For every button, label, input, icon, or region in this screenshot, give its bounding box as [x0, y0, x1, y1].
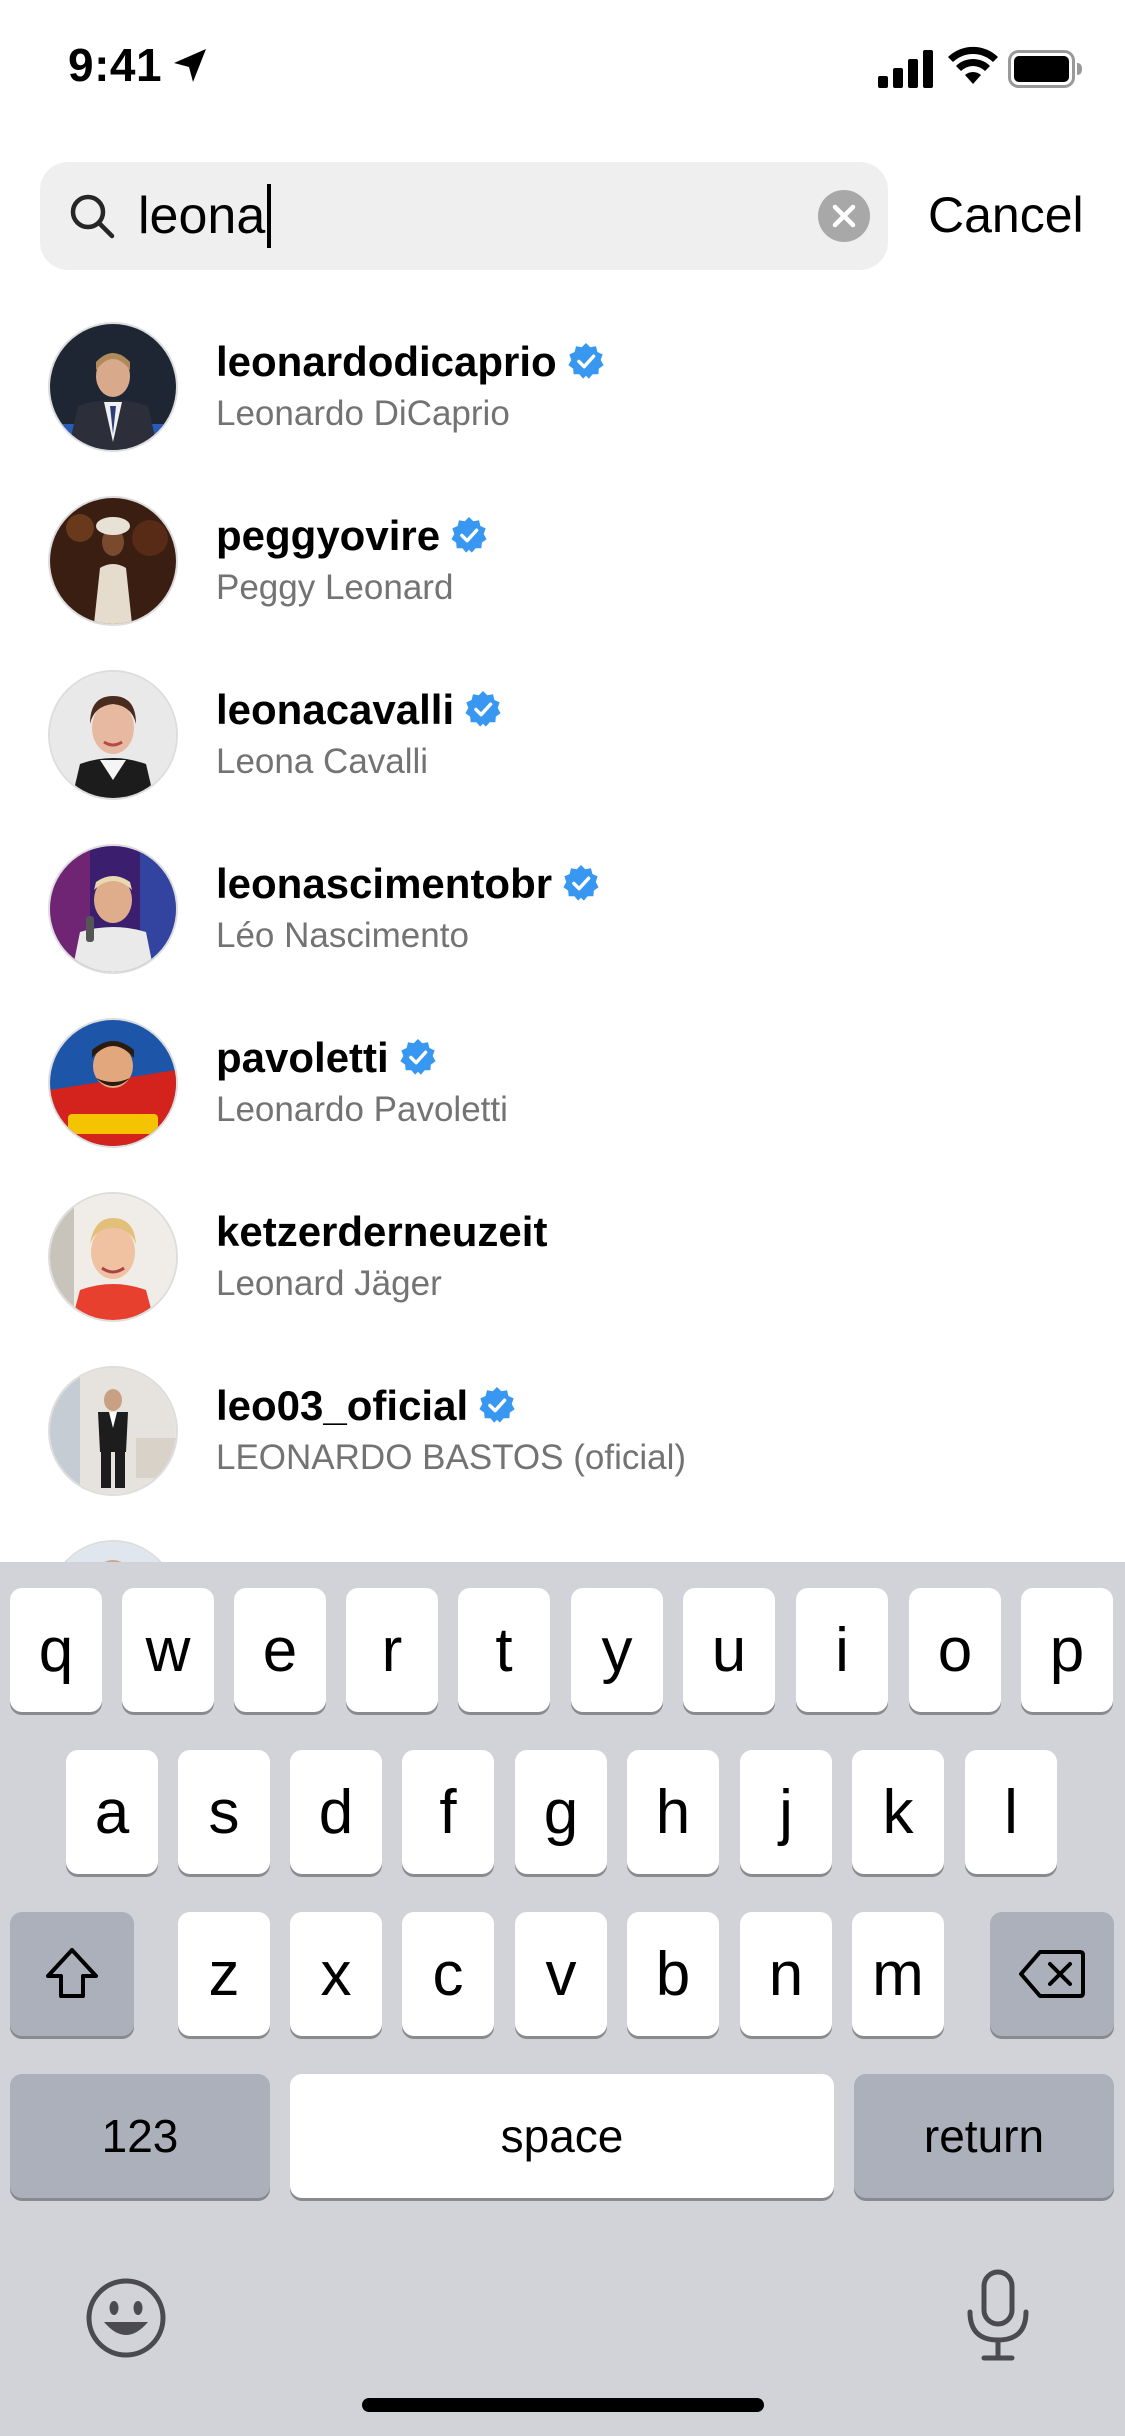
username: leonardodicaprio — [216, 338, 605, 386]
search-results-list: leonardodicaprio Leonardo DiCaprio peggy… — [0, 300, 1125, 1562]
space-key-label: space — [500, 2110, 624, 2162]
wifi-icon — [948, 46, 998, 84]
key-a[interactable]: a — [66, 1750, 158, 1874]
key-m[interactable]: m — [852, 1912, 944, 2036]
username: pavoletti — [216, 1034, 437, 1082]
space-key[interactable]: space — [290, 2074, 834, 2198]
screen: 9:41 leona Cancel leonardodicaprio Leona… — [0, 0, 1125, 2436]
clear-icon[interactable] — [818, 190, 870, 242]
key-r[interactable]: r — [346, 1588, 438, 1712]
cancel-button[interactable]: Cancel — [928, 186, 1084, 244]
key-o[interactable]: o — [909, 1588, 1001, 1712]
result-row-leonacavalli[interactable]: leonacavalli Leona Cavalli — [0, 648, 1125, 822]
key-d[interactable]: d — [290, 1750, 382, 1874]
key-u[interactable]: u — [683, 1588, 775, 1712]
avatar — [48, 1018, 178, 1148]
verified-badge-icon — [465, 690, 501, 727]
key-z[interactable]: z — [178, 1912, 270, 2036]
username: leo03_oficial — [216, 1382, 516, 1430]
full-name: Leonard Jäger — [216, 1264, 442, 1303]
text-caret — [267, 184, 272, 248]
avatar — [48, 496, 178, 626]
key-l[interactable]: l — [965, 1750, 1057, 1874]
avatar — [48, 844, 178, 974]
key-p[interactable]: p — [1021, 1588, 1113, 1712]
full-name: Leonardo DiCaprio — [216, 394, 510, 433]
key-w[interactable]: w — [122, 1588, 214, 1712]
key-f[interactable]: f — [402, 1750, 494, 1874]
key-s[interactable]: s — [178, 1750, 270, 1874]
delete-icon — [1019, 1950, 1085, 1998]
cellular-signal-icon — [878, 50, 933, 88]
username: leonascimentobr — [216, 860, 600, 908]
avatar — [48, 322, 178, 452]
key-x[interactable]: x — [290, 1912, 382, 2036]
result-row-peggyovire[interactable]: peggyovire Peggy Leonard — [0, 474, 1125, 648]
status-time: 9:41 — [68, 39, 163, 91]
avatar — [48, 1192, 178, 1322]
full-name: Leonardo Pavoletti — [216, 1090, 508, 1129]
result-row-leonardodicaprio[interactable]: leonardodicaprio Leonardo DiCaprio — [0, 300, 1125, 474]
location-arrow-icon — [174, 49, 206, 82]
username: ketzerderneuzeit — [216, 1208, 548, 1255]
home-indicator[interactable] — [362, 2398, 764, 2412]
result-row-leonascimentobr[interactable]: leonascimentobr Léo Nascimento — [0, 822, 1125, 996]
key-y[interactable]: y — [571, 1588, 663, 1712]
key-t[interactable]: t — [458, 1588, 550, 1712]
result-row-leo03-oficial[interactable]: leo03_oficial LEONARDO BASTOS (oficial) — [0, 1344, 1125, 1518]
search-icon — [70, 194, 115, 239]
search-input[interactable]: leona — [40, 162, 888, 270]
result-row-pavoletti[interactable]: pavoletti Leonardo Pavoletti — [0, 996, 1125, 1170]
shift-key[interactable] — [10, 1912, 134, 2036]
key-j[interactable]: j — [740, 1750, 832, 1874]
key-v[interactable]: v — [515, 1912, 607, 2036]
verified-badge-icon — [400, 1038, 436, 1075]
key-q[interactable]: q — [10, 1588, 102, 1712]
avatar — [48, 1366, 178, 1496]
key-g[interactable]: g — [515, 1750, 607, 1874]
pavoloso-logo — [68, 1114, 158, 1134]
return-key[interactable]: return — [854, 2074, 1114, 2198]
verified-badge-icon — [451, 516, 487, 553]
full-name: Peggy Leonard — [216, 568, 454, 607]
battery-icon — [1008, 50, 1082, 88]
username: leonacavalli — [216, 686, 502, 734]
status-bar: 9:41 — [0, 0, 1125, 132]
numbers-key-label: 123 — [101, 2110, 179, 2162]
verified-badge-icon — [568, 342, 604, 379]
search-query: leona — [138, 184, 272, 248]
numbers-key[interactable]: 123 — [10, 2074, 270, 2198]
key-b[interactable]: b — [627, 1912, 719, 2036]
shift-icon — [46, 1948, 98, 1998]
key-k[interactable]: k — [852, 1750, 944, 1874]
key-h[interactable]: h — [627, 1750, 719, 1874]
full-name: LEONARDO BASTOS (oficial) — [216, 1438, 687, 1477]
key-e[interactable]: e — [234, 1588, 326, 1712]
keyboard: q w e r t y u i o p a s d f g h j k l z … — [0, 1562, 1125, 2436]
delete-key[interactable] — [990, 1912, 1114, 2036]
key-c[interactable]: c — [402, 1912, 494, 2036]
return-key-label: return — [923, 2110, 1045, 2162]
full-name: Léo Nascimento — [216, 916, 469, 955]
result-row-partial[interactable] — [0, 1518, 1125, 1562]
key-n[interactable]: n — [740, 1912, 832, 2036]
username: peggyovire — [216, 512, 488, 560]
emoji-icon[interactable] — [82, 2274, 170, 2362]
key-i[interactable]: i — [796, 1588, 888, 1712]
verified-badge-icon — [479, 1386, 515, 1423]
result-row-ketzerderneuzeit[interactable]: ketzerderneuzeit Leonard Jäger — [0, 1170, 1125, 1344]
full-name: Leona Cavalli — [216, 742, 429, 781]
avatar — [48, 670, 178, 800]
verified-badge-icon — [563, 864, 599, 901]
microphone-icon[interactable] — [962, 2268, 1034, 2364]
avatar — [48, 1540, 178, 1562]
